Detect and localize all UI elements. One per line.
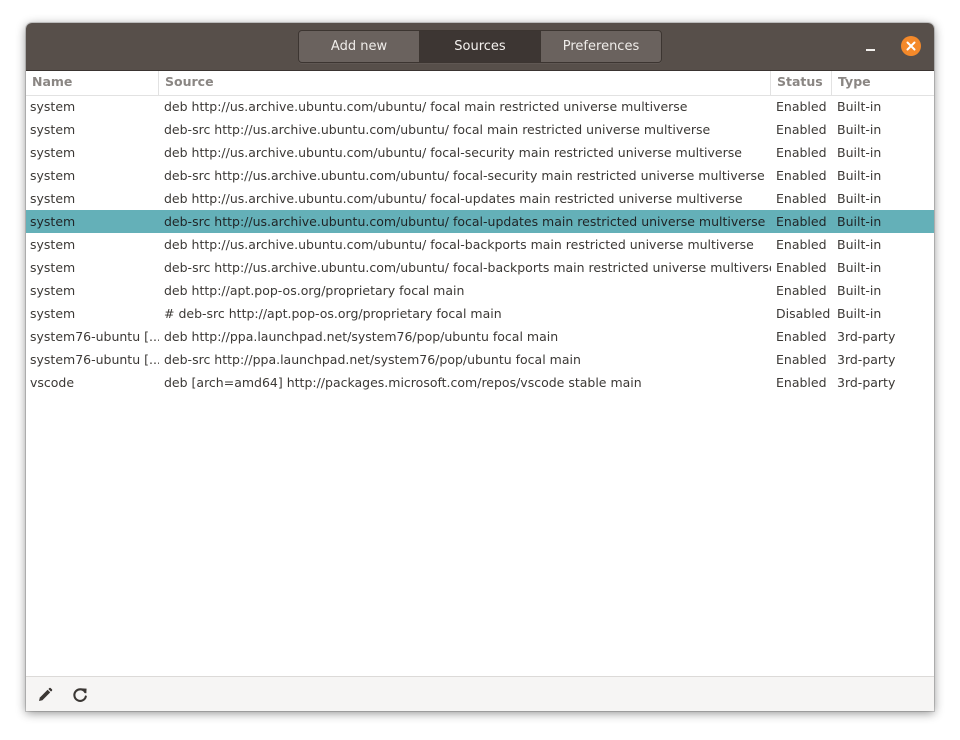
refresh-icon[interactable] [70, 685, 90, 705]
row-name: system [30, 145, 76, 160]
repoman-window: Add new Sources Preferences Name Source … [26, 23, 934, 711]
table-row[interactable]: vscode deb [arch=amd64] http://packages.… [26, 371, 934, 394]
table-row[interactable]: system deb http://us.archive.ubuntu.com/… [26, 141, 934, 164]
action-bar [26, 676, 934, 711]
row-source: deb http://us.archive.ubuntu.com/ubuntu/… [164, 99, 688, 114]
row-type: 3rd-party [837, 329, 896, 344]
tab-preferences[interactable]: Preferences [541, 31, 661, 62]
row-name: system76-ubuntu [...] [30, 352, 159, 367]
row-name: system [30, 283, 76, 298]
row-status: Enabled [776, 145, 827, 160]
view-switcher: Add new Sources Preferences [298, 30, 662, 63]
row-source: deb-src http://ppa.launchpad.net/system7… [164, 352, 581, 367]
table-row[interactable]: system deb-src http://us.archive.ubuntu.… [26, 164, 934, 187]
row-status: Enabled [776, 283, 827, 298]
row-type: Built-in [837, 214, 882, 229]
row-type: Built-in [837, 306, 882, 321]
row-name: system [30, 122, 76, 137]
tab-add-new[interactable]: Add new [299, 31, 420, 62]
row-status: Enabled [776, 352, 827, 367]
row-type: Built-in [837, 99, 882, 114]
column-header-source[interactable]: Source [159, 71, 771, 95]
row-type: 3rd-party [837, 352, 896, 367]
row-status: Enabled [776, 191, 827, 206]
row-type: Built-in [837, 122, 882, 137]
row-status: Enabled [776, 329, 827, 344]
column-header-status[interactable]: Status [771, 71, 832, 95]
table-row[interactable]: system deb-src http://us.archive.ubuntu.… [26, 118, 934, 141]
column-header-type[interactable]: Type [832, 71, 934, 95]
close-icon[interactable] [901, 36, 921, 56]
row-type: Built-in [837, 168, 882, 183]
row-status: Enabled [776, 99, 827, 114]
row-name: system [30, 191, 76, 206]
row-name: system [30, 99, 76, 114]
row-source: deb http://us.archive.ubuntu.com/ubuntu/… [164, 237, 754, 252]
row-type: Built-in [837, 145, 882, 160]
row-source: deb http://apt.pop-os.org/proprietary fo… [164, 283, 465, 298]
row-status: Enabled [776, 237, 827, 252]
row-type: 3rd-party [837, 375, 896, 390]
table-row[interactable]: system76-ubuntu [...] deb http://ppa.lau… [26, 325, 934, 348]
row-source: deb-src http://us.archive.ubuntu.com/ubu… [164, 122, 711, 137]
row-name: system [30, 168, 76, 183]
table-row[interactable]: system76-ubuntu [...] deb-src http://ppa… [26, 348, 934, 371]
table-header: Name Source Status Type [26, 71, 934, 96]
row-status: Enabled [776, 375, 827, 390]
row-name: system [30, 214, 76, 229]
row-source: deb [arch=amd64] http://packages.microso… [164, 375, 642, 390]
table-row-selected[interactable]: system deb-src http://us.archive.ubuntu.… [26, 210, 934, 233]
row-source: deb-src http://us.archive.ubuntu.com/ubu… [164, 260, 771, 275]
row-type: Built-in [837, 191, 882, 206]
table-row[interactable]: system deb http://us.archive.ubuntu.com/… [26, 95, 934, 118]
row-name: system [30, 260, 76, 275]
row-name: vscode [30, 375, 75, 390]
tab-sources[interactable]: Sources [420, 31, 541, 62]
row-source: deb-src http://us.archive.ubuntu.com/ubu… [164, 214, 766, 229]
row-source: deb http://us.archive.ubuntu.com/ubuntu/… [164, 145, 742, 160]
table-row[interactable]: system # deb-src http://apt.pop-os.org/p… [26, 302, 934, 325]
table-row[interactable]: system deb http://us.archive.ubuntu.com/… [26, 187, 934, 210]
table-body: system deb http://us.archive.ubuntu.com/… [26, 95, 934, 394]
row-source: deb http://ppa.launchpad.net/system76/po… [164, 329, 559, 344]
titlebar: Add new Sources Preferences [26, 23, 934, 71]
row-status: Enabled [776, 122, 827, 137]
row-name: system [30, 237, 76, 252]
table-row[interactable]: system deb-src http://us.archive.ubuntu.… [26, 256, 934, 279]
minimize-icon[interactable] [860, 37, 880, 57]
row-name: system [30, 306, 76, 321]
row-status: Disabled [776, 306, 831, 321]
pencil-icon[interactable] [35, 685, 55, 705]
row-status: Enabled [776, 168, 827, 183]
column-header-name[interactable]: Name [26, 71, 159, 95]
sources-list: Name Source Status Type system deb http:… [26, 71, 934, 676]
row-type: Built-in [837, 237, 882, 252]
table-row[interactable]: system deb http://us.archive.ubuntu.com/… [26, 233, 934, 256]
table-row[interactable]: system deb http://apt.pop-os.org/proprie… [26, 279, 934, 302]
row-name: system76-ubuntu [...] [30, 329, 159, 344]
row-status: Enabled [776, 214, 827, 229]
row-source: deb-src http://us.archive.ubuntu.com/ubu… [164, 168, 765, 183]
row-status: Enabled [776, 260, 827, 275]
row-source: deb http://us.archive.ubuntu.com/ubuntu/… [164, 191, 743, 206]
row-source: # deb-src http://apt.pop-os.org/propriet… [164, 306, 502, 321]
row-type: Built-in [837, 283, 882, 298]
row-type: Built-in [837, 260, 882, 275]
